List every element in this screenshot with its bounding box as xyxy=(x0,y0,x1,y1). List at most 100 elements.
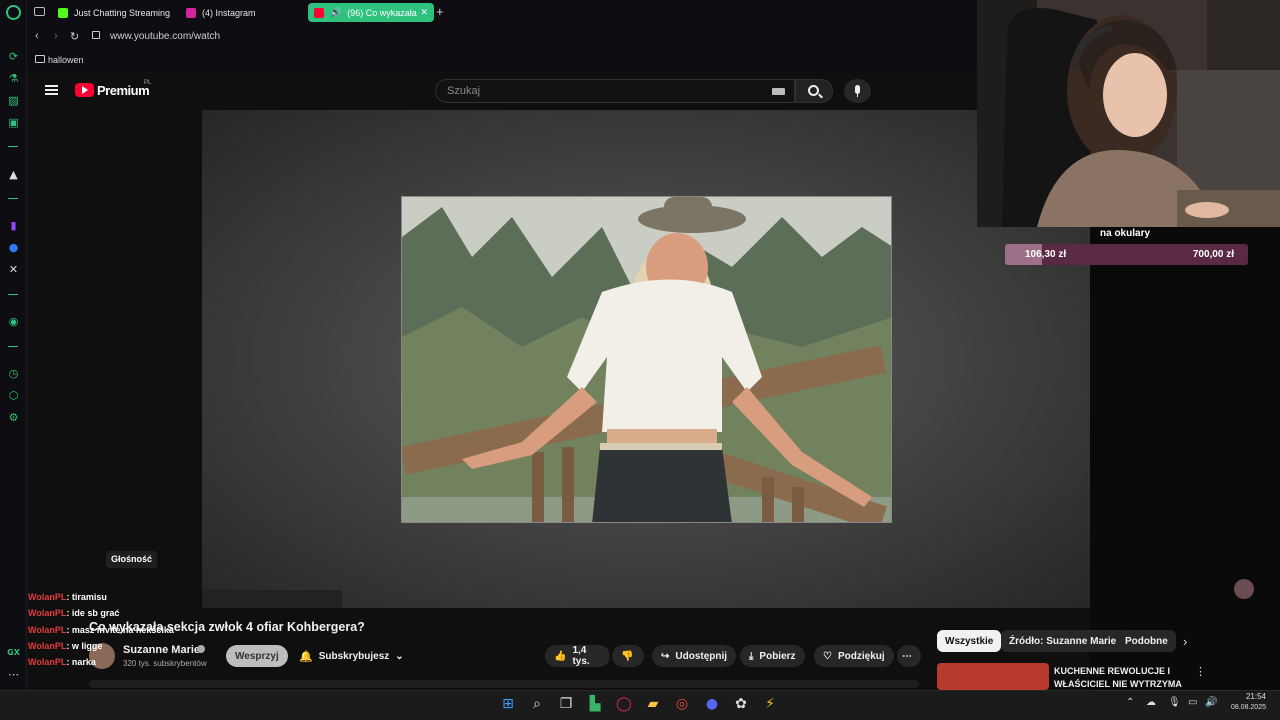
twitch-icon[interactable]: ▮ xyxy=(6,218,21,233)
tab-label: Just Chatting Streaming xyxy=(74,7,171,18)
download-icon: ⤓ xyxy=(749,650,754,662)
bookmark-hallowen[interactable]: hallowen xyxy=(48,55,84,65)
youtube-logo-icon[interactable] xyxy=(75,83,94,97)
x-twitter-icon[interactable]: ✕ xyxy=(6,262,21,277)
sidebar-divider xyxy=(8,294,18,295)
voice-search-button[interactable] xyxy=(844,79,871,103)
logo-premium-text: Premium xyxy=(97,83,150,98)
app-icon[interactable]: ✿ xyxy=(731,694,751,714)
subscriber-count: 320 tys. subskrybentów xyxy=(123,659,207,668)
sidebar-divider xyxy=(8,346,18,347)
subscribe-button[interactable]: 🔔 Subskrybujesz ⌄ xyxy=(290,645,413,667)
opera-gx-icon[interactable]: ◯ xyxy=(614,694,634,714)
reload-icon[interactable]: ↻ xyxy=(70,30,79,43)
back-icon[interactable]: ‹ xyxy=(35,30,39,42)
speaker-icon: 🔊 xyxy=(330,7,342,17)
tab-kick[interactable]: Just Chatting Streaming xyxy=(52,3,170,22)
new-tab-button[interactable]: + xyxy=(436,4,444,19)
tab-instagram[interactable]: (4) Instagram xyxy=(180,3,256,22)
download-button[interactable]: ⤓ Pobierz xyxy=(740,645,805,667)
chevron-right-icon[interactable]: › xyxy=(1183,634,1187,649)
image-icon[interactable]: ▨ xyxy=(6,93,21,108)
folder-icon xyxy=(35,55,45,63)
donation-goal-title: na okulary xyxy=(1100,228,1151,239)
clock-time[interactable]: 21:54 xyxy=(1226,692,1266,701)
chat-message: WolanPL: narka xyxy=(28,657,96,667)
youtube-icon xyxy=(314,7,324,18)
like-button[interactable]: 👍 1,4 tys. xyxy=(545,645,610,667)
close-tab-icon[interactable]: ✕ xyxy=(420,7,428,18)
instagram-icon xyxy=(186,7,196,18)
chevron-down-icon: ⌄ xyxy=(395,650,404,662)
forward-icon[interactable]: › xyxy=(54,30,58,42)
share-label: Udostępnij xyxy=(675,650,728,662)
download-label: Pobierz xyxy=(759,650,796,662)
app-icon[interactable]: ▙ xyxy=(585,694,605,714)
tab-label: (96) Co wykazała xyxy=(347,7,417,18)
share-button[interactable]: ↪ Udostępnij xyxy=(652,645,737,667)
logo-country-badge: PL xyxy=(144,80,152,86)
chip-related[interactable]: Podobne xyxy=(1117,630,1176,652)
volume-slider-track[interactable] xyxy=(202,590,342,608)
task-view-icon[interactable]: ❐ xyxy=(556,694,576,714)
tray-chevron-icon[interactable]: ⌃ xyxy=(1126,697,1134,708)
menu-icon[interactable] xyxy=(45,85,58,95)
discord-icon[interactable]: ● xyxy=(702,694,722,714)
chip-source[interactable]: Źródło: Suzanne Marie xyxy=(1001,630,1125,652)
opera-logo-icon[interactable] xyxy=(6,5,21,20)
channel-name[interactable]: Suzanne Marie xyxy=(123,644,200,656)
refresh-icon[interactable]: ⟳ xyxy=(6,49,21,64)
app-icon[interactable]: ⚡ xyxy=(760,694,780,714)
url-field[interactable]: www.youtube.com/watch xyxy=(110,31,220,42)
twitch-like-icon[interactable]: ▲ xyxy=(6,167,21,182)
settings-icon[interactable]: ⚙ xyxy=(6,410,21,425)
photo-illustration xyxy=(402,197,891,522)
search-icon[interactable]: ⌕ xyxy=(527,694,547,714)
messenger-icon[interactable]: ● xyxy=(6,240,21,255)
chat-message: WolanPL: ide sb grać xyxy=(28,608,120,618)
file-explorer-icon[interactable]: ▰ xyxy=(643,694,663,714)
chip-all[interactable]: Wszystkie xyxy=(937,630,1002,652)
stream-emote-icon xyxy=(1234,579,1254,599)
donation-goal-bar: 106,30 zł 700,00 zł xyxy=(1005,244,1248,265)
subscribe-label: Subskrybujesz xyxy=(318,650,390,662)
description-box[interactable] xyxy=(89,680,919,688)
recommended-title[interactable]: KUCHENNE REWOLUCJE I WŁAŚCICIEL NIE WYTR… xyxy=(1054,665,1182,691)
video-frame-image xyxy=(401,196,892,523)
volume-icon[interactable]: 🔊 xyxy=(1205,697,1217,708)
search-input[interactable]: Szukaj xyxy=(435,79,795,103)
donation-target: 700,00 zł xyxy=(1192,249,1234,260)
play-circle-icon[interactable]: ◉ xyxy=(6,314,21,329)
cube-icon[interactable]: ⬡ xyxy=(6,388,21,403)
tab-bar: Just Chatting Streaming (4) Instagram 🔊 … xyxy=(27,0,977,25)
messenger-app-icon[interactable]: ▣ xyxy=(6,115,21,130)
flask-icon[interactable]: ⚗ xyxy=(6,71,21,86)
search-button[interactable] xyxy=(795,79,833,103)
dislike-button[interactable]: 👎 xyxy=(612,645,644,667)
network-icon[interactable]: ▭ xyxy=(1188,697,1197,708)
clock-date[interactable]: 08.08.2025 xyxy=(1222,704,1266,711)
tab-overview-icon[interactable] xyxy=(34,7,45,16)
more-icon[interactable]: ⋯ xyxy=(6,667,21,682)
volume-tooltip: Głośność xyxy=(106,551,158,568)
gx-label: GX xyxy=(7,648,20,657)
heart-dollar-icon: ♡ xyxy=(823,650,832,662)
kebab-menu-icon[interactable]: ⋮ xyxy=(1195,665,1206,678)
more-actions-button[interactable]: ⋯ xyxy=(897,645,921,667)
support-button[interactable]: Wesprzyj xyxy=(226,645,288,667)
support-label: Wesprzyj xyxy=(235,650,279,662)
tab-youtube-active[interactable]: 🔊 (96) Co wykazała ✕ xyxy=(308,3,434,22)
windows-start-icon[interactable]: ⊞ xyxy=(498,694,518,714)
address-bar: ‹ › ↻ www.youtube.com/watch xyxy=(27,25,977,49)
more-icon: ⋯ xyxy=(902,650,912,662)
cloud-icon[interactable]: ☁ xyxy=(1146,697,1156,708)
browser-sidebar: ⟳ ⚗ ▨ ▣ ▲ ▮ ● ✕ ◉ ◷ ⬡ ⚙ GX ⋯ xyxy=(0,0,27,690)
microphone-icon[interactable]: 🎙 xyxy=(1168,697,1181,708)
chrome-icon[interactable]: ◎ xyxy=(672,694,692,714)
keyboard-icon[interactable] xyxy=(772,88,785,95)
clock-icon[interactable]: ◷ xyxy=(6,366,21,381)
mic-icon xyxy=(855,85,860,94)
tab-label: (4) Instagram xyxy=(202,7,256,18)
thanks-button[interactable]: ♡ Podziękuj xyxy=(814,645,894,667)
recommended-thumbnail[interactable] xyxy=(937,663,1049,690)
